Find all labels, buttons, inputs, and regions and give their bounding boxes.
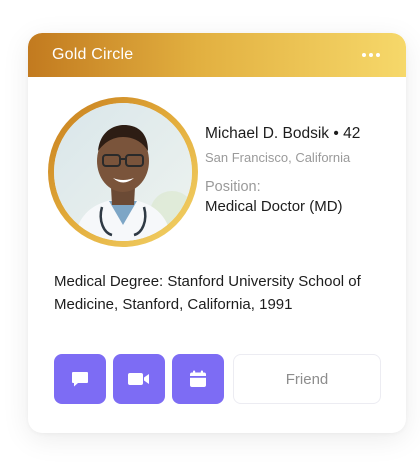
chat-icon (72, 372, 88, 387)
avatar (48, 97, 198, 247)
friend-button[interactable]: Friend (233, 354, 381, 404)
calendar-button[interactable] (172, 354, 224, 404)
video-call-button[interactable] (113, 354, 165, 404)
chat-button[interactable] (54, 354, 106, 404)
medical-degree-text: Medical Degree: Stanford University Scho… (54, 273, 361, 313)
action-bar: Friend (54, 354, 381, 404)
more-options-icon[interactable] (360, 47, 382, 63)
profile-card: Gold Circle Michael D. Bodsik • 42 San F… (28, 33, 406, 433)
calendar-icon (190, 370, 206, 387)
profile-name: Michael D. Bodsik • 42 (205, 125, 361, 142)
position-value: Medical Doctor (MD) (205, 198, 343, 215)
avatar-photo (54, 103, 192, 241)
position-label: Position: (205, 179, 261, 195)
video-camera-icon (128, 373, 149, 385)
card-header: Gold Circle (28, 33, 406, 77)
card-title: Gold Circle (52, 46, 134, 63)
profile-location: San Francisco, California (205, 150, 351, 165)
profile-info: Michael D. Bodsik • 42 San Francisco, Ca… (205, 125, 395, 215)
